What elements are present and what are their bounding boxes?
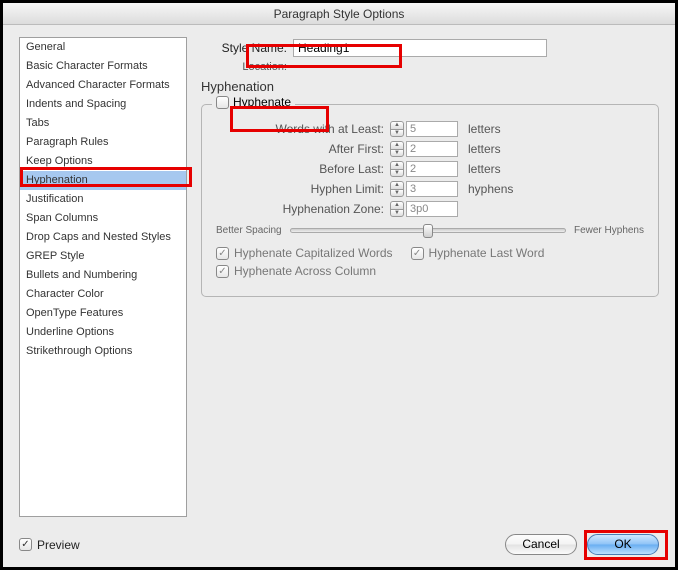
sidebar-item[interactable]: Bullets and Numbering — [20, 266, 186, 285]
field-label: Words with at Least: — [216, 122, 384, 136]
cancel-button[interactable]: Cancel — [505, 534, 577, 555]
field-input[interactable] — [406, 161, 458, 177]
stepper-up-icon[interactable]: ▲ — [390, 161, 404, 169]
sub-check-label: Hyphenate Across Column — [234, 264, 376, 278]
field-input[interactable] — [406, 181, 458, 197]
field-unit: hyphens — [468, 182, 528, 196]
sidebar-item[interactable]: OpenType Features — [20, 304, 186, 323]
sidebar-item[interactable]: Basic Character Formats — [20, 57, 186, 76]
field-label: Hyphen Limit: — [216, 182, 384, 196]
stepper-up-icon[interactable]: ▲ — [390, 201, 404, 209]
sidebar-item[interactable]: Span Columns — [20, 209, 186, 228]
sidebar-item[interactable]: Paragraph Rules — [20, 133, 186, 152]
sidebar-item[interactable]: Tabs — [20, 114, 186, 133]
sub-checkbox[interactable] — [216, 265, 229, 278]
field-unit: letters — [468, 122, 528, 136]
field-input[interactable] — [406, 201, 458, 217]
sidebar-item[interactable]: Underline Options — [20, 323, 186, 342]
ok-button[interactable]: OK — [587, 534, 659, 555]
preview-label: Preview — [37, 538, 80, 552]
sidebar-item[interactable]: Character Color — [20, 285, 186, 304]
location-label: Location: — [201, 61, 287, 73]
style-name-input[interactable] — [293, 39, 547, 57]
slider-thumb-icon[interactable] — [423, 224, 433, 238]
stepper-up-icon[interactable]: ▲ — [390, 121, 404, 129]
sub-check-label: Hyphenate Last Word — [429, 246, 545, 260]
sidebar-item[interactable]: Drop Caps and Nested Styles — [20, 228, 186, 247]
sidebar-item[interactable]: Hyphenation — [20, 171, 186, 190]
dialog-frame: Paragraph Style Options GeneralBasic Cha… — [0, 0, 678, 570]
field-label: After First: — [216, 142, 384, 156]
hyphenate-checkbox[interactable] — [216, 96, 229, 109]
sidebar-item[interactable]: Keep Options — [20, 152, 186, 171]
section-title: Hyphenation — [201, 79, 659, 94]
sidebar-item[interactable]: Indents and Spacing — [20, 95, 186, 114]
sub-checkbox[interactable] — [411, 247, 424, 260]
sub-checkbox[interactable] — [216, 247, 229, 260]
hyphenate-legend: Hyphenate — [233, 95, 291, 109]
stepper-up-icon[interactable]: ▲ — [390, 181, 404, 189]
hyphenation-group: Hyphenate Words with at Least:▲▼lettersA… — [201, 104, 659, 297]
stepper-down-icon[interactable]: ▼ — [390, 209, 404, 217]
stepper-down-icon[interactable]: ▼ — [390, 189, 404, 197]
field-unit: letters — [468, 142, 528, 156]
main-panel: Style Name: Location: Hyphenation Hyphen… — [201, 37, 659, 517]
window-title: Paragraph Style Options — [3, 3, 675, 25]
sub-check-label: Hyphenate Capitalized Words — [234, 246, 393, 260]
category-list: GeneralBasic Character FormatsAdvanced C… — [19, 37, 187, 517]
field-input[interactable] — [406, 141, 458, 157]
slider-left-label: Better Spacing — [216, 225, 282, 236]
slider-right-label: Fewer Hyphens — [574, 225, 644, 236]
stepper-down-icon[interactable]: ▼ — [390, 129, 404, 137]
sidebar-item[interactable]: General — [20, 38, 186, 57]
stepper-down-icon[interactable]: ▼ — [390, 169, 404, 177]
sidebar-item[interactable]: Justification — [20, 190, 186, 209]
sidebar-item[interactable]: Advanced Character Formats — [20, 76, 186, 95]
field-label: Before Last: — [216, 162, 384, 176]
sidebar-item[interactable]: Strikethrough Options — [20, 342, 186, 361]
style-name-label: Style Name: — [201, 41, 287, 55]
stepper-down-icon[interactable]: ▼ — [390, 149, 404, 157]
preview-checkbox[interactable] — [19, 538, 32, 551]
spacing-slider[interactable] — [290, 228, 566, 233]
field-unit: letters — [468, 162, 528, 176]
sidebar-item[interactable]: GREP Style — [20, 247, 186, 266]
stepper-up-icon[interactable]: ▲ — [390, 141, 404, 149]
field-input[interactable] — [406, 121, 458, 137]
field-label: Hyphenation Zone: — [216, 202, 384, 216]
